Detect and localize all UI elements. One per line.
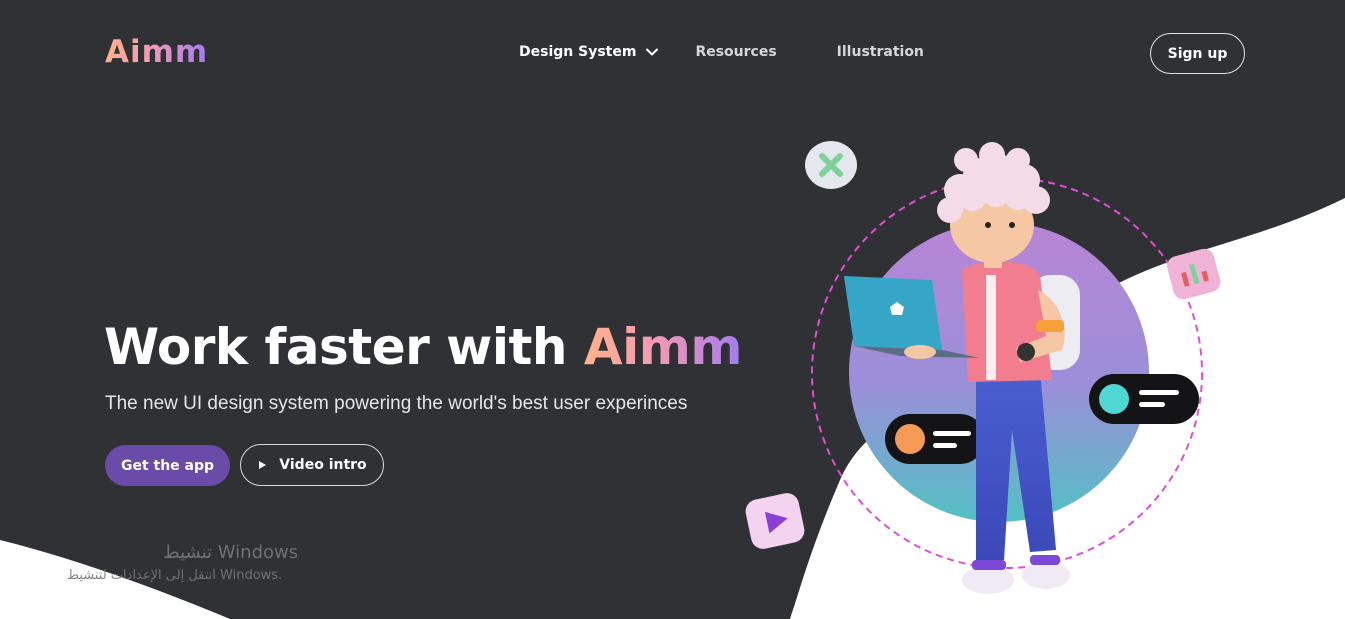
message-pill-left [885, 414, 985, 464]
nav-item-design-system[interactable]: Design System [519, 44, 659, 60]
hero-title: Work faster with Aimm [104, 318, 742, 376]
video-intro-label: Video intro [279, 457, 367, 473]
chevron-down-icon [646, 48, 659, 56]
nav-item-illustration[interactable]: Illustration [837, 44, 924, 60]
sign-up-button[interactable]: Sign up [1150, 33, 1245, 74]
plus-tile-icon [805, 141, 857, 189]
play-tile-icon [745, 493, 805, 549]
get-the-app-button[interactable]: Get the app [105, 445, 230, 486]
main-nav: Design System Resources Illustration [519, 44, 924, 60]
nav-item-label: Resources [695, 44, 777, 60]
hero-subtitle: The new UI design system powering the wo… [105, 393, 688, 414]
windows-activation-title: تنشيط Windows [163, 542, 299, 563]
hero-title-text: Work faster with [104, 318, 584, 376]
logo[interactable]: Aimm [105, 34, 208, 70]
windows-activation-subtitle: انتقل إلى الإعدادات لتنشيط Windows. [67, 568, 283, 583]
message-pill-right [1089, 374, 1199, 424]
play-icon [259, 461, 267, 469]
video-intro-button[interactable]: Video intro [240, 444, 384, 486]
hero-illustration [745, 141, 1221, 594]
nav-item-label: Design System [519, 44, 637, 60]
hero-title-brand: Aimm [583, 318, 743, 376]
nav-item-resources[interactable]: Resources [695, 44, 776, 60]
nav-item-label: Illustration [836, 44, 924, 60]
chart-tile-icon [1167, 248, 1221, 300]
